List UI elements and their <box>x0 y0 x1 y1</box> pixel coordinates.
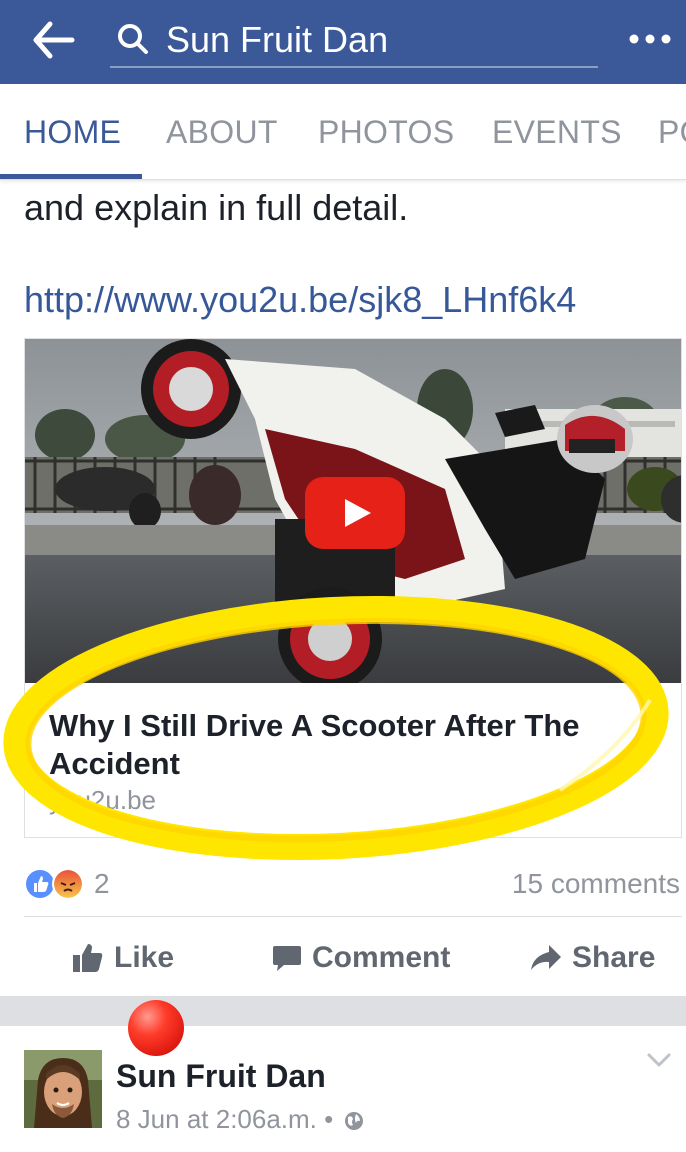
post-date: 8 Jun at 2:06a.m. <box>116 1104 317 1134</box>
search-icon <box>118 24 148 54</box>
video-thumbnail[interactable] <box>25 339 681 683</box>
post-body-text: and explain in full detail. <box>24 187 409 228</box>
page-tabs: HOME ABOUT PHOTOS EVENTS PO <box>0 84 686 180</box>
comments-count-link[interactable]: 15 comments <box>512 866 680 902</box>
tab-home[interactable]: HOME <box>24 112 121 152</box>
comment-label: Comment <box>312 941 451 974</box>
tab-photos[interactable]: PHOTOS <box>318 112 454 152</box>
comment-button[interactable]: Comment <box>272 936 450 980</box>
thumbs-up-icon <box>73 944 103 972</box>
post-author-name[interactable]: Sun Fruit Dan <box>116 1056 326 1096</box>
tab-about[interactable]: ABOUT <box>166 112 278 152</box>
comment-icon <box>273 946 301 971</box>
angry-reaction-icon <box>52 868 84 900</box>
chevron-down-icon[interactable] <box>644 1048 674 1072</box>
play-icon[interactable] <box>305 477 405 549</box>
share-label: Share <box>572 941 656 974</box>
tab-events[interactable]: EVENTS <box>492 112 622 152</box>
feed-separator <box>0 996 686 1026</box>
search-field[interactable]: Sun Fruit Dan <box>110 10 598 68</box>
red-dot-annotation <box>128 1000 184 1056</box>
more-options-icon[interactable] <box>628 22 672 56</box>
link-preview-card[interactable]: Why I Still Drive A Scooter After The Ac… <box>24 338 682 838</box>
back-arrow-icon[interactable] <box>28 18 80 62</box>
link-preview-title[interactable]: Why I Still Drive A Scooter After The Ac… <box>49 707 649 783</box>
share-button[interactable]: Share <box>530 936 655 980</box>
globe-icon <box>345 1112 364 1131</box>
tab-posts[interactable]: PO <box>658 112 686 152</box>
post-timestamp[interactable]: 8 Jun at 2:06a.m. • <box>116 1102 364 1136</box>
divider <box>24 916 682 917</box>
top-navigation-bar: Sun Fruit Dan <box>0 0 686 84</box>
next-post-header: Sun Fruit Dan 8 Jun at 2:06a.m. • <box>0 1026 686 1152</box>
author-avatar[interactable] <box>24 1050 102 1128</box>
active-tab-indicator <box>0 174 142 179</box>
link-preview-domain: you2u.be <box>49 785 156 815</box>
search-query-text: Sun Fruit Dan <box>166 19 389 60</box>
share-icon <box>531 945 561 970</box>
post-link[interactable]: http://www.you2u.be/sjk8_LHnf6k4 <box>24 278 576 322</box>
meta-separator: • <box>324 1104 334 1134</box>
like-button[interactable]: Like <box>72 936 174 980</box>
like-label: Like <box>114 941 175 974</box>
reaction-count: 2 <box>94 868 110 899</box>
